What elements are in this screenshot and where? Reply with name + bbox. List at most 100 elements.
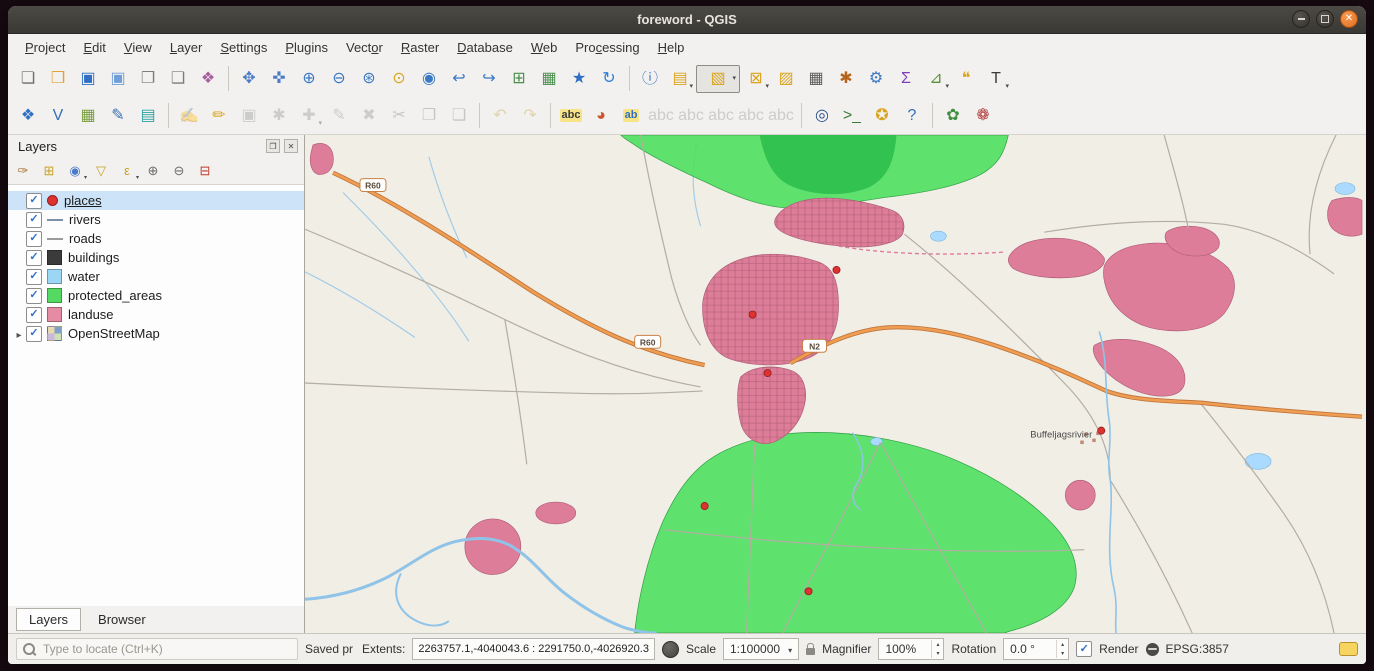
statistical-summary[interactable]: Σ — [892, 65, 920, 93]
select-features-by-value[interactable]: ▤ — [666, 65, 694, 93]
pan-map[interactable]: ✥ — [235, 65, 263, 93]
show-bookmarks[interactable]: ★ — [565, 65, 593, 93]
menu-raster[interactable]: Raster — [392, 37, 448, 58]
grass-tools[interactable]: ✿ — [939, 102, 967, 130]
layer-checkbox[interactable] — [26, 269, 42, 285]
help-contents[interactable]: ? — [898, 102, 926, 130]
menu-processing[interactable]: Processing — [566, 37, 648, 58]
open-layer-styling[interactable]: ✑ — [12, 160, 34, 182]
label-highlight[interactable]: ab — [617, 102, 645, 130]
layer-checkbox[interactable] — [26, 193, 42, 209]
vertex-tool[interactable]: ✚ — [295, 102, 323, 130]
panel-float-button[interactable] — [266, 139, 280, 153]
spin-down-icon[interactable] — [932, 649, 943, 658]
panel-close-button[interactable] — [284, 139, 298, 153]
rotation-spinbox[interactable]: 0.0 ° — [1003, 638, 1069, 660]
redo[interactable]: ↷ — [516, 102, 544, 130]
expand-all[interactable]: ⊕ — [142, 160, 164, 182]
zoom-to-layer[interactable]: ◉ — [415, 65, 443, 93]
layer-row-buildings[interactable]: buildings — [8, 248, 304, 267]
zoom-last[interactable]: ↩ — [445, 65, 473, 93]
expand-arrow-icon[interactable] — [12, 326, 26, 341]
layer-row-water[interactable]: water — [8, 267, 304, 286]
spin-down-icon[interactable] — [1057, 649, 1068, 658]
menu-settings[interactable]: Settings — [211, 37, 276, 58]
menu-web[interactable]: Web — [522, 37, 567, 58]
save-project[interactable]: ▣ — [74, 65, 102, 93]
zoom-in[interactable]: ⊕ — [295, 65, 323, 93]
pin-unpin-labels[interactable]: abc — [647, 102, 675, 130]
pan-to-selection[interactable]: ✜ — [265, 65, 293, 93]
layer-diagram-options[interactable]: ◕ — [587, 102, 615, 130]
layer-checkbox[interactable] — [26, 212, 42, 228]
layer-row-landuse[interactable]: landuse — [8, 305, 304, 324]
collapse-all[interactable]: ⊖ — [168, 160, 190, 182]
map-tips[interactable]: ❝ — [952, 65, 980, 93]
toggle-editing[interactable]: ✏ — [205, 102, 233, 130]
minimize-button[interactable] — [1292, 10, 1310, 28]
title-bar[interactable]: foreword - QGIS — [8, 6, 1366, 34]
processing-toolbox[interactable]: ⚙ — [862, 65, 890, 93]
maximize-button[interactable] — [1316, 10, 1334, 28]
new-3d-map-view[interactable]: ▦ — [535, 65, 563, 93]
new-map-view[interactable]: ⊞ — [505, 65, 533, 93]
close-button[interactable] — [1340, 10, 1358, 28]
field-calculator[interactable]: ✱ — [832, 65, 860, 93]
lock-icon[interactable] — [806, 648, 815, 655]
paste-features[interactable]: ❏ — [445, 102, 473, 130]
spin-up-icon[interactable] — [932, 640, 943, 649]
layer-row-rivers[interactable]: rivers — [8, 210, 304, 229]
layer-checkbox[interactable] — [26, 250, 42, 266]
map-canvas[interactable]: R60 R60 N2 Buffeljagsrivier — [305, 135, 1366, 633]
modify-attributes[interactable]: ✎ — [325, 102, 353, 130]
menu-database[interactable]: Database — [448, 37, 522, 58]
spin-up-icon[interactable] — [1057, 640, 1068, 649]
menu-project[interactable]: Project — [16, 37, 74, 58]
identify-features[interactable]: ⓘ — [636, 65, 664, 93]
measure-line[interactable]: ⊿ — [922, 65, 950, 93]
render-checkbox[interactable] — [1076, 641, 1092, 657]
new-virtual-layer[interactable]: ▤ — [134, 102, 162, 130]
locate-input[interactable] — [41, 641, 260, 657]
scale-combo[interactable]: 1:100000 — [723, 638, 799, 660]
locate-bar[interactable] — [16, 638, 298, 660]
tab-browser[interactable]: Browser — [85, 608, 159, 631]
undo[interactable]: ↶ — [486, 102, 514, 130]
show-layout-manager[interactable]: ❑ — [164, 65, 192, 93]
menu-edit[interactable]: Edit — [74, 37, 114, 58]
manage-map-themes[interactable]: ◉ — [64, 160, 86, 182]
extents-value[interactable]: 2263757.1,-4040043.6 : 2291750.0,-402692… — [412, 638, 655, 660]
layer-row-places[interactable]: places — [8, 191, 304, 210]
metasearch[interactable]: ◎ — [808, 102, 836, 130]
grass-edit[interactable]: ❁ — [969, 102, 997, 130]
add-vector-layer[interactable]: V — [44, 102, 72, 130]
layer-row-protected-areas[interactable]: protected_areas — [8, 286, 304, 305]
zoom-next[interactable]: ↪ — [475, 65, 503, 93]
crs-label[interactable]: EPSG:3857 — [1166, 642, 1229, 656]
new-project[interactable]: ❏ — [14, 65, 42, 93]
menu-view[interactable]: View — [115, 37, 161, 58]
layer-checkbox[interactable] — [26, 288, 42, 304]
layer-checkbox[interactable] — [26, 326, 42, 342]
open-project[interactable]: ❒ — [44, 65, 72, 93]
save-layer-edits[interactable]: ▣ — [235, 102, 263, 130]
extent-button[interactable] — [662, 641, 679, 658]
show-hide-labels[interactable]: abc — [707, 102, 735, 130]
add-point-feature[interactable]: ✱ — [265, 102, 293, 130]
layer-row-roads[interactable]: roads — [8, 229, 304, 248]
remove-layer[interactable]: ⊟ — [194, 160, 216, 182]
zoom-full[interactable]: ⊛ — [355, 65, 383, 93]
layer-labeling-options[interactable]: abc — [557, 102, 585, 130]
messages-icon[interactable] — [1339, 642, 1358, 656]
change-label-properties[interactable]: abc — [767, 102, 795, 130]
menu-help[interactable]: Help — [649, 37, 694, 58]
deselect-features[interactable]: ⊠ — [742, 65, 770, 93]
data-source-manager[interactable]: ❖ — [14, 102, 42, 130]
menu-plugins[interactable]: Plugins — [276, 37, 337, 58]
add-group[interactable]: ⊞ — [38, 160, 60, 182]
select-by-expression[interactable]: ▨ — [772, 65, 800, 93]
save-project-as[interactable]: ▣ — [104, 65, 132, 93]
style-manager[interactable]: ❖ — [194, 65, 222, 93]
magnifier-spinbox[interactable]: 100% — [878, 638, 944, 660]
highlight-pinned-labels[interactable]: abc — [677, 102, 705, 130]
